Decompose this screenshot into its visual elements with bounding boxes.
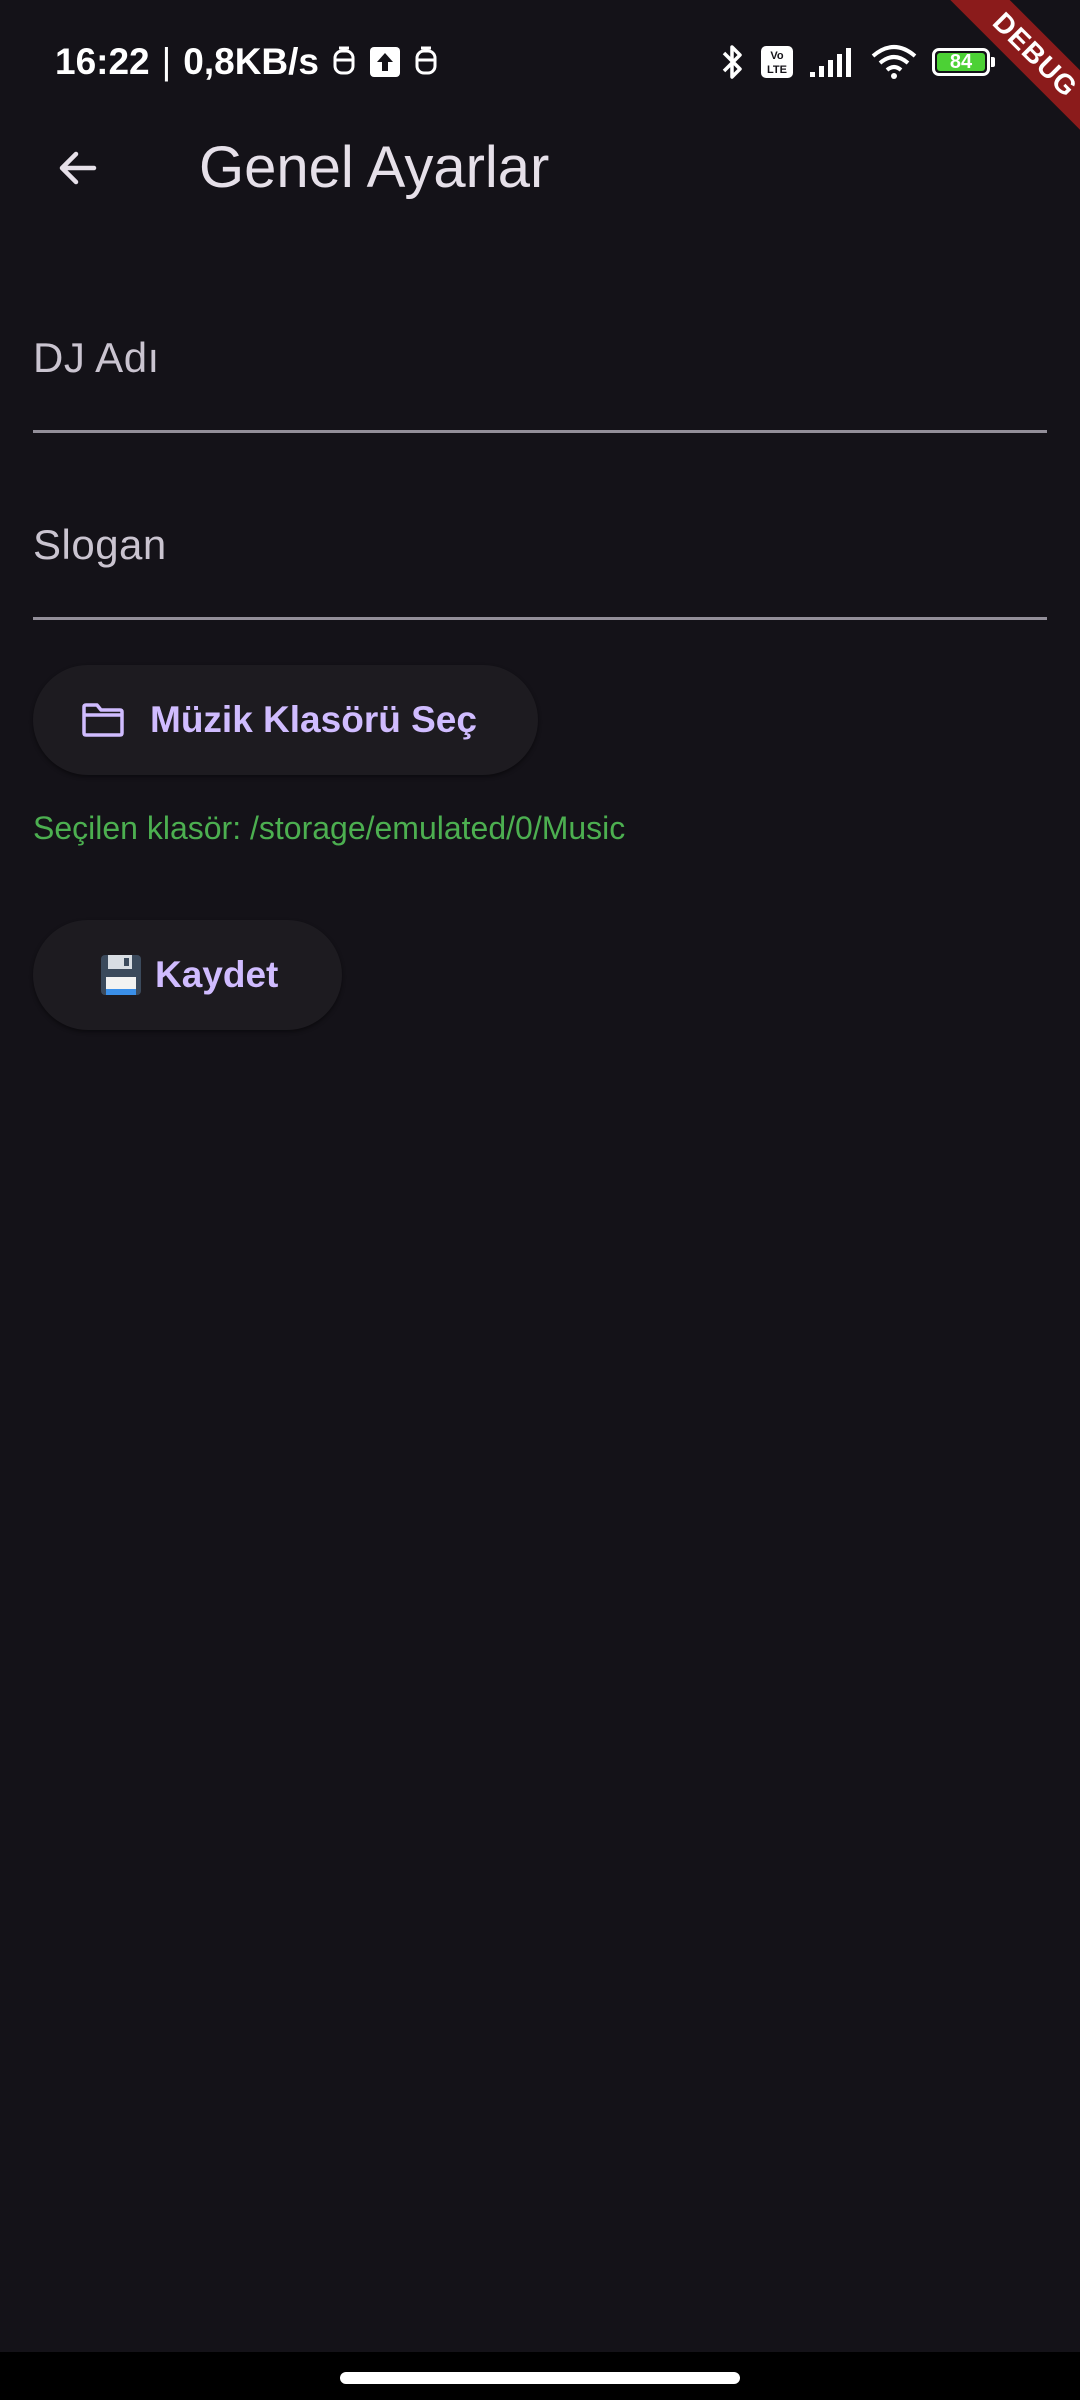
settings-screen: 16:22 | 0,8KB/s Vo LTE 84 DEBUG Genel Ay… [0, 0, 1080, 2400]
select-music-folder-button[interactable]: Müzik Klasörü Seç [33, 665, 538, 775]
notification-icon [413, 45, 439, 79]
app-bar: Genel Ayarlar [0, 120, 1080, 216]
status-separator: | [161, 41, 172, 82]
status-bar-left: 16:22 | 0,8KB/s [55, 38, 439, 86]
page-title: Genel Ayarlar [199, 135, 550, 200]
navigation-bar [0, 2352, 1080, 2400]
svg-text:LTE: LTE [767, 64, 787, 76]
home-indicator[interactable] [340, 2372, 740, 2384]
status-bar: 16:22 | 0,8KB/s Vo LTE 84 [0, 0, 1080, 120]
network-speed: 0,8KB/s [183, 41, 319, 82]
back-button[interactable] [30, 120, 126, 216]
slogan-label: Slogan [33, 521, 167, 568]
dj-name-input[interactable] [33, 382, 1051, 424]
battery-level: 84 [937, 51, 985, 73]
status-bar-right: Vo LTE 84 [720, 38, 995, 86]
save-button[interactable]: Kaydet [33, 920, 342, 1030]
floppy-disk-icon [99, 953, 143, 997]
signal-icon [808, 46, 856, 78]
svg-text:Vo: Vo [770, 50, 784, 62]
volte-icon: Vo LTE [760, 45, 794, 79]
status-time: 16:22 [55, 41, 150, 82]
select-music-folder-label: Müzik Klasörü Seç [150, 699, 477, 740]
save-button-label: Kaydet [155, 954, 279, 995]
dj-name-label: DJ Adı [33, 334, 160, 381]
slogan-input[interactable] [33, 569, 1051, 611]
notification-icon [331, 45, 357, 79]
folder-icon [81, 702, 125, 738]
arrow-back-icon [59, 151, 97, 185]
selected-folder-text: Seçilen klasör: /storage/emulated/0/Musi… [33, 810, 626, 846]
battery-icon: 84 [932, 48, 995, 76]
bluetooth-icon [720, 42, 746, 82]
dj-name-field[interactable]: DJ Adı [33, 313, 1051, 433]
wifi-icon [870, 44, 918, 80]
slogan-field[interactable]: Slogan [33, 500, 1051, 620]
upload-icon [369, 46, 401, 78]
